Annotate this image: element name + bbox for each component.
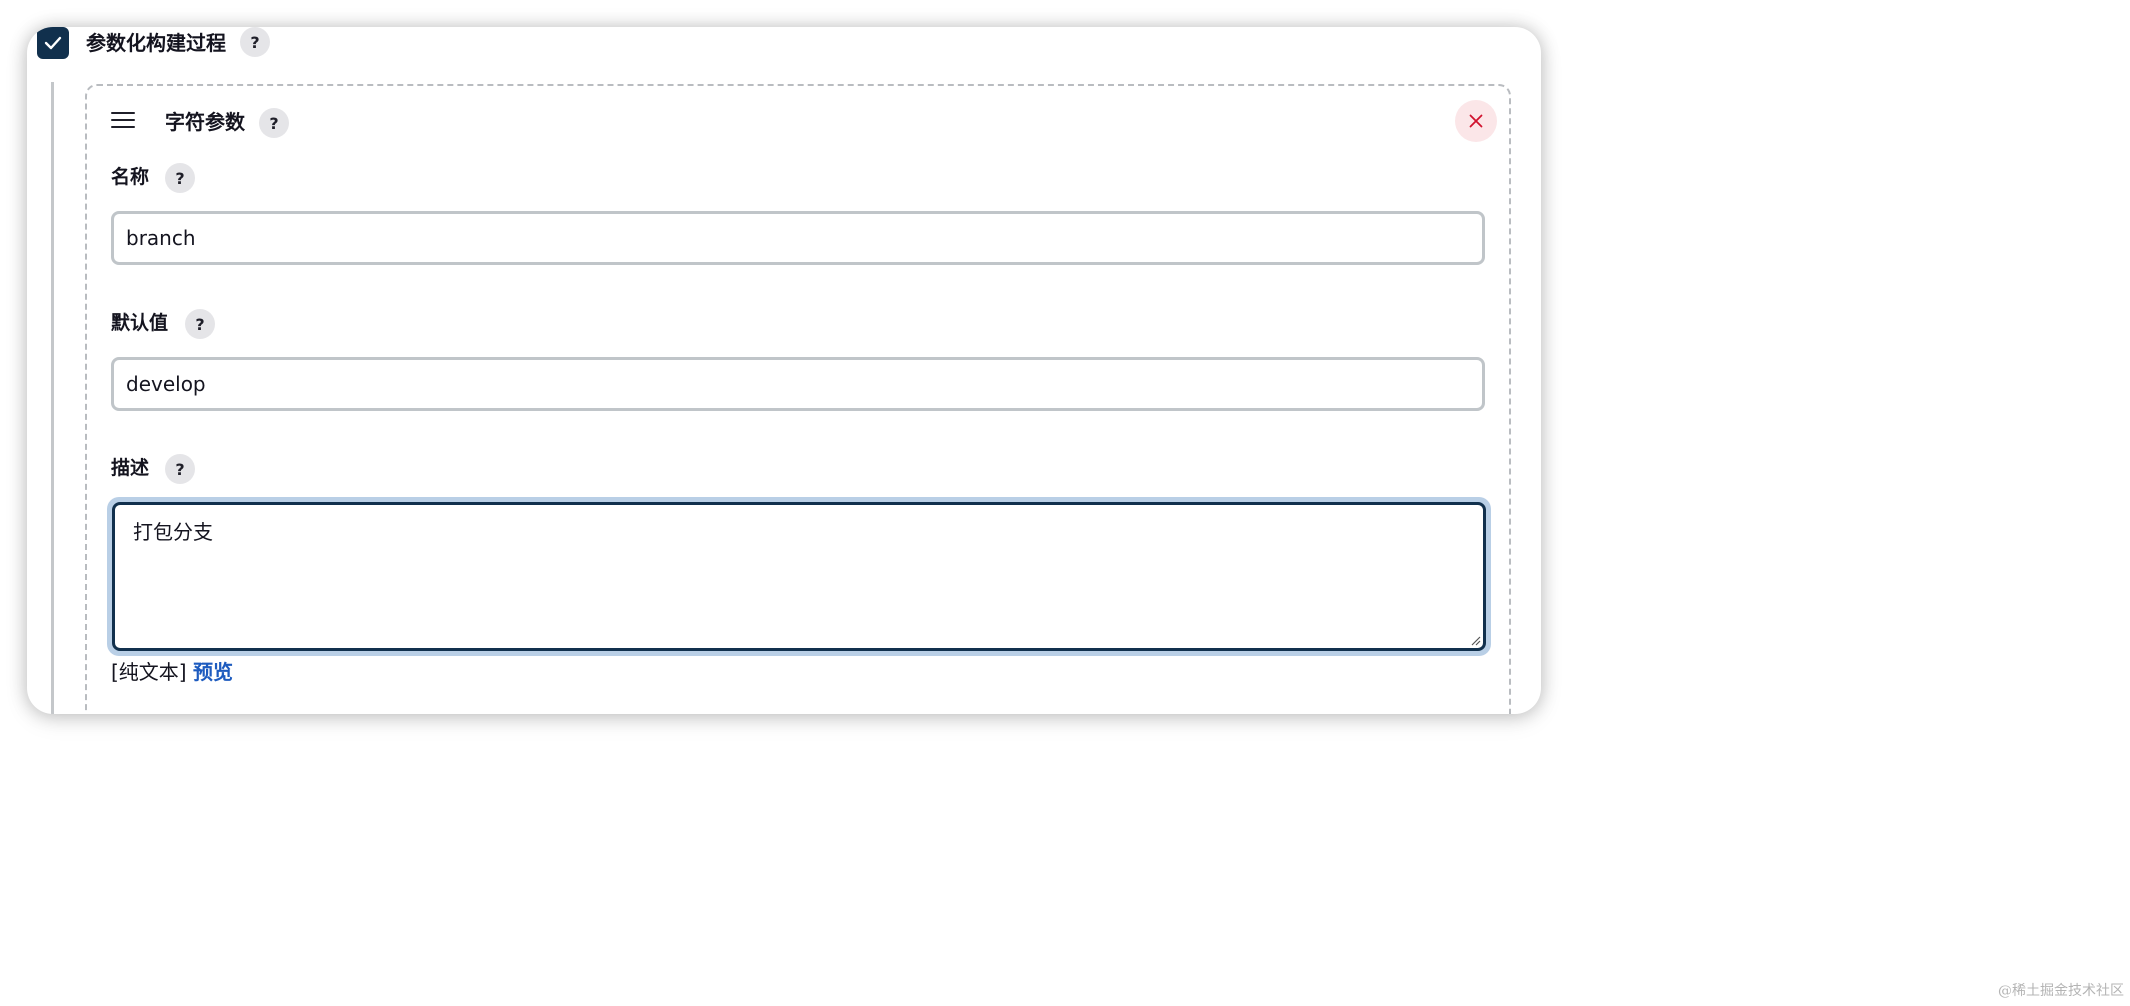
name-field-label: 名称 [111, 166, 150, 188]
description-label: 描述 [111, 457, 150, 479]
config-panel: 参数化构建过程 ? 字符参数 ? 名称 ? branch 默认值 ? devel… [27, 27, 1541, 714]
preview-link[interactable]: 预览 [193, 660, 233, 684]
parameterized-build-label: 参数化构建过程 [86, 31, 226, 55]
default-value-field[interactable]: develop [111, 357, 1485, 411]
text-format-line: [纯文本] 预览 [111, 658, 233, 686]
description-text: 打包分支 [133, 520, 213, 544]
string-parameter-card: 字符参数 ? 名称 ? branch 默认值 ? develop 描述 ? 打包… [85, 84, 1511, 714]
help-icon[interactable]: ? [259, 108, 289, 138]
help-icon[interactable]: ? [165, 163, 195, 193]
section-rail [51, 82, 54, 714]
watermark: @稀土掘金技术社区 [1998, 983, 2124, 999]
parameterized-build-checkbox[interactable] [37, 27, 69, 59]
help-icon[interactable]: ? [185, 309, 215, 339]
default-value-label: 默认值 [111, 312, 169, 334]
close-icon [1469, 114, 1483, 128]
plain-text-indicator: [纯文本] [111, 660, 187, 684]
resize-grip-icon[interactable] [1469, 634, 1481, 646]
help-icon[interactable]: ? [165, 454, 195, 484]
description-focus-ring: 打包分支 [107, 497, 1491, 656]
checkmark-icon [44, 36, 62, 50]
drag-handle-icon[interactable] [111, 112, 135, 130]
description-textarea[interactable]: 打包分支 [112, 502, 1486, 651]
help-icon[interactable]: ? [240, 27, 270, 57]
name-field[interactable]: branch [111, 211, 1485, 265]
remove-parameter-button[interactable] [1455, 100, 1497, 142]
parameter-type-title: 字符参数 [165, 110, 245, 134]
